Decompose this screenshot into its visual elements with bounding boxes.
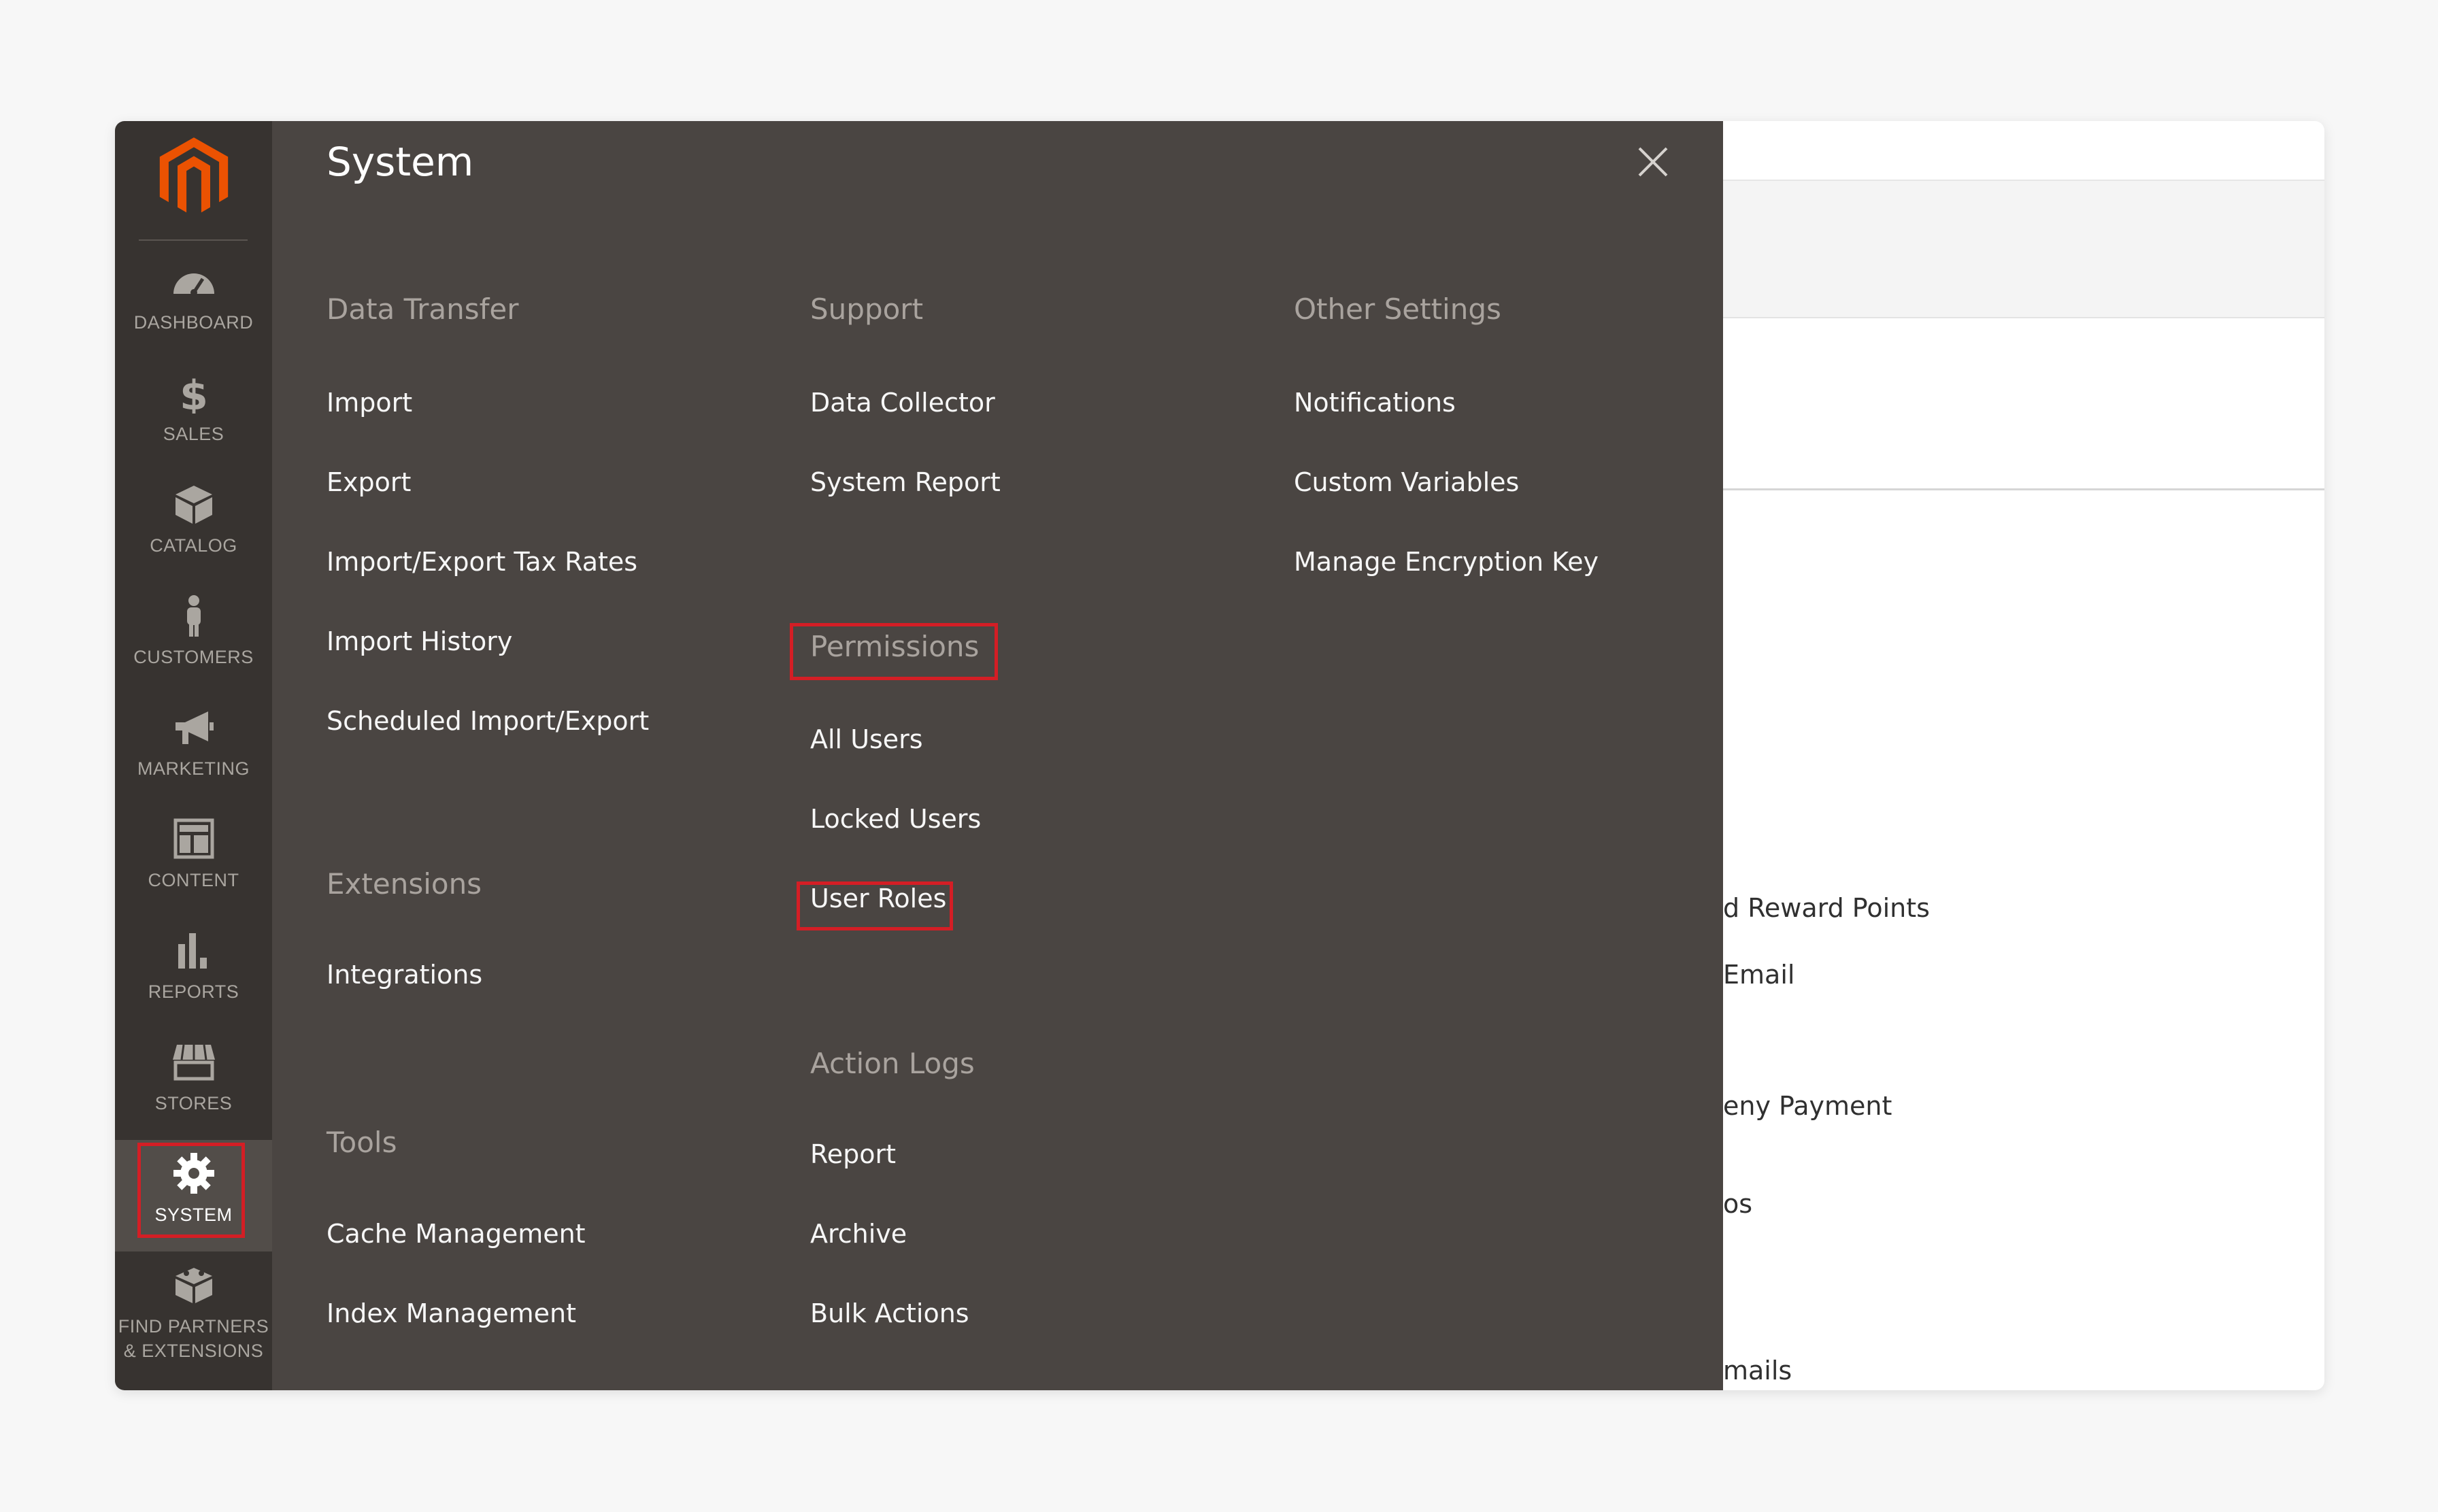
group-title-permissions: Permissions: [810, 630, 980, 663]
background-header-band: [1723, 180, 2324, 318]
menu-item-report[interactable]: Report: [810, 1139, 896, 1169]
nav-label: FIND PARTNERS & EXTENSIONS: [115, 1314, 272, 1363]
group-title-other-settings: Other Settings: [1294, 292, 1501, 326]
menu-item-locked-users[interactable]: Locked Users: [810, 804, 981, 834]
menu-item-bulk-actions[interactable]: Bulk Actions: [810, 1298, 969, 1328]
nav-catalog[interactable]: CATALOG: [115, 471, 272, 582]
menu-item-import-history[interactable]: Import History: [327, 626, 512, 656]
blocks-icon: [170, 1264, 218, 1306]
box-icon: [170, 483, 218, 525]
menu-item-scheduled-import-export[interactable]: Scheduled Import/Export: [327, 706, 649, 736]
menu-item-data-collector[interactable]: Data Collector: [810, 388, 995, 418]
menu-item-index-management[interactable]: Index Management: [327, 1298, 576, 1328]
speedometer-icon: [170, 260, 218, 302]
menu-item-export[interactable]: Export: [327, 467, 411, 497]
menu-item-archive[interactable]: Archive: [810, 1219, 907, 1249]
nav-label-line: FIND PARTNERS: [118, 1316, 269, 1337]
close-button[interactable]: [1633, 141, 1673, 182]
background-text-fragment: Email: [1723, 960, 1795, 990]
background-text-fragment: os: [1723, 1189, 1753, 1219]
magento-logo-icon[interactable]: [156, 136, 232, 218]
menu-item-custom-variables[interactable]: Custom Variables: [1294, 467, 1519, 497]
close-icon: [1638, 147, 1668, 177]
person-icon: [170, 594, 218, 637]
menu-item-all-users[interactable]: All Users: [810, 724, 923, 754]
nav-reports[interactable]: REPORTS: [115, 917, 272, 1028]
bar-chart-icon: [170, 929, 218, 971]
nav-find-partners-extensions[interactable]: FIND PARTNERS & EXTENSIONS: [115, 1251, 272, 1388]
menu-item-user-roles[interactable]: User Roles: [810, 884, 946, 913]
dollar-icon: $: [170, 371, 218, 420]
menu-item-integrations[interactable]: Integrations: [327, 960, 482, 990]
nav-label: MARKETING: [137, 758, 250, 779]
nav-label: CUSTOMERS: [133, 647, 254, 667]
svg-text:$: $: [180, 372, 208, 414]
group-title-extensions: Extensions: [327, 867, 482, 901]
system-flyout-panel: System Data Transfer Import Export Impor…: [272, 121, 1723, 1390]
nav-label: DASHBOARD: [133, 312, 254, 333]
background-text-fragment: mails: [1723, 1356, 1792, 1385]
logo-divider: [139, 239, 248, 241]
nav-label: CATALOG: [150, 535, 237, 556]
admin-window: d Reward Points Email eny Payment os mai…: [115, 121, 2324, 1390]
menu-item-manage-encryption-key[interactable]: Manage Encryption Key: [1294, 547, 1599, 577]
nav-label: SALES: [163, 424, 224, 444]
nav-stores[interactable]: STORES: [115, 1028, 272, 1140]
background-text-fragment: eny Payment: [1723, 1091, 1892, 1121]
nav-label-line: & EXTENSIONS: [123, 1341, 264, 1361]
group-title-support: Support: [810, 292, 924, 326]
menu-item-notifications[interactable]: Notifications: [1294, 388, 1456, 418]
nav-dashboard[interactable]: DASHBOARD: [115, 248, 272, 359]
group-title-tools: Tools: [327, 1126, 397, 1159]
nav-system[interactable]: SYSTEM: [115, 1140, 272, 1251]
menu-item-import-export-tax-rates[interactable]: Import/Export Tax Rates: [327, 547, 637, 577]
nav-label: STORES: [154, 1093, 233, 1113]
nav-content[interactable]: CONTENT: [115, 805, 272, 917]
admin-sidebar: DASHBOARD $ SALES CATALOG CUSTOMERS MARK…: [115, 121, 272, 1390]
megaphone-icon: [170, 706, 218, 748]
storefront-icon: [170, 1041, 218, 1083]
nav-sales[interactable]: $ SALES: [115, 359, 272, 471]
menu-item-system-report[interactable]: System Report: [810, 467, 1001, 497]
nav-marketing[interactable]: MARKETING: [115, 694, 272, 805]
nav-customers[interactable]: CUSTOMERS: [115, 582, 272, 694]
nav-label: REPORTS: [148, 981, 239, 1002]
menu-item-import[interactable]: Import: [327, 388, 412, 418]
menu-item-cache-management[interactable]: Cache Management: [327, 1219, 586, 1249]
nav-system-highlight: [137, 1143, 245, 1238]
layout-icon: [170, 818, 218, 860]
group-title-action-logs: Action Logs: [810, 1047, 975, 1080]
background-text-fragment: d Reward Points: [1723, 893, 1930, 923]
group-title-data-transfer: Data Transfer: [327, 292, 519, 326]
background-divider: [1723, 488, 2324, 490]
panel-title: System: [327, 139, 474, 185]
nav-label: CONTENT: [148, 870, 239, 890]
